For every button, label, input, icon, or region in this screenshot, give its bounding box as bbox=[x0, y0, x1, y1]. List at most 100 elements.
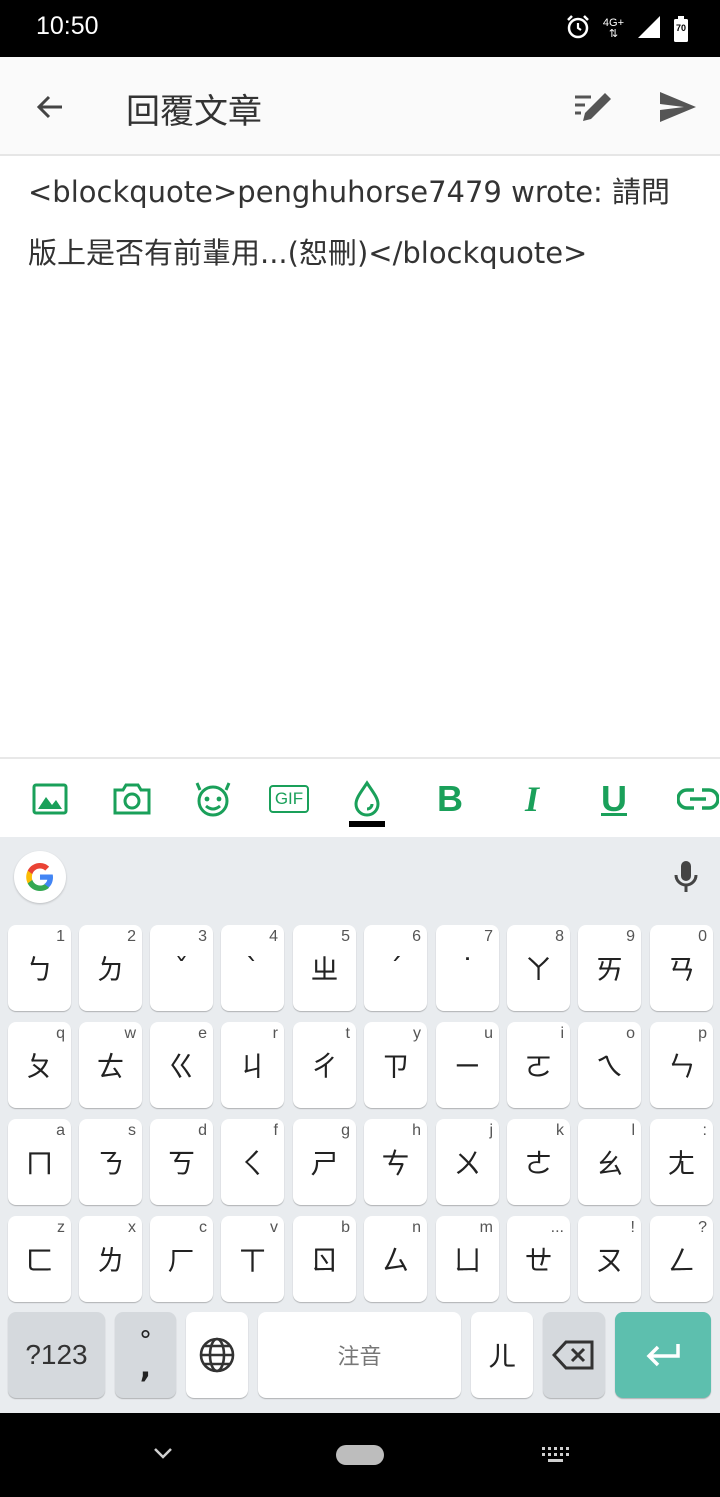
key-3-9[interactable]: ㄥ? bbox=[650, 1216, 713, 1302]
key-1-5[interactable]: ㄗy bbox=[364, 1022, 427, 1108]
key-1-2[interactable]: ㄍe bbox=[150, 1022, 213, 1108]
key-label: ㄆ bbox=[25, 1050, 54, 1083]
key-2-6[interactable]: ㄨj bbox=[436, 1119, 499, 1205]
key-label: ㄙ bbox=[381, 1244, 410, 1277]
home-pill[interactable] bbox=[336, 1445, 384, 1465]
key-hint: 3 bbox=[198, 928, 207, 945]
key-label: ㄢ bbox=[667, 953, 696, 986]
keyboard-switch-button[interactable] bbox=[540, 1445, 572, 1465]
symbols-key-label: ?123 bbox=[25, 1339, 88, 1370]
link-button[interactable] bbox=[674, 775, 720, 823]
key-label: ㄩ bbox=[453, 1244, 482, 1277]
italic-button[interactable]: I bbox=[508, 775, 556, 823]
backspace-key[interactable] bbox=[543, 1312, 605, 1398]
key-3-0[interactable]: ㄈz bbox=[8, 1216, 71, 1302]
back-button[interactable] bbox=[26, 83, 74, 131]
key-0-0[interactable]: ㄅ1 bbox=[8, 925, 71, 1011]
gif-button[interactable]: GIF bbox=[264, 775, 314, 823]
key-1-0[interactable]: ㄆq bbox=[8, 1022, 71, 1108]
editor-content[interactable]: <blockquote>penghuhorse7479 wrote: 請問版上是… bbox=[28, 162, 688, 284]
key-3-7[interactable]: ㄝ... bbox=[507, 1216, 570, 1302]
key-0-3[interactable]: ˋ4 bbox=[221, 925, 284, 1011]
underline-icon: U bbox=[601, 778, 627, 819]
key-3-6[interactable]: ㄩm bbox=[436, 1216, 499, 1302]
key-0-1[interactable]: ㄉ2 bbox=[79, 925, 142, 1011]
space-key[interactable]: 注音 bbox=[258, 1312, 461, 1398]
key-2-1[interactable]: ㄋs bbox=[79, 1119, 142, 1205]
arrow-back-icon bbox=[36, 95, 62, 119]
camera-button[interactable] bbox=[108, 775, 156, 823]
key-hint: 7 bbox=[484, 928, 493, 945]
link-icon bbox=[677, 788, 719, 810]
edit-mode-button[interactable] bbox=[568, 83, 616, 131]
key-2-8[interactable]: ㄠl bbox=[578, 1119, 641, 1205]
send-button[interactable] bbox=[652, 83, 704, 131]
key-2-0[interactable]: ㄇa bbox=[8, 1119, 71, 1205]
key-1-4[interactable]: ㄔt bbox=[293, 1022, 356, 1108]
key-hint: 4 bbox=[269, 928, 278, 945]
key-1-7[interactable]: ㄛi bbox=[507, 1022, 570, 1108]
key-1-6[interactable]: ㄧu bbox=[436, 1022, 499, 1108]
bold-button[interactable]: B bbox=[426, 775, 474, 823]
key-3-2[interactable]: ㄏc bbox=[150, 1216, 213, 1302]
status-icons: 4G+ ⇅ 70 bbox=[565, 14, 688, 44]
key-1-8[interactable]: ㄟo bbox=[578, 1022, 641, 1108]
reply-editor[interactable]: <blockquote>penghuhorse7479 wrote: 請問版上是… bbox=[0, 158, 720, 758]
insert-image-button[interactable] bbox=[26, 775, 74, 823]
key-label: ˙ bbox=[460, 951, 475, 985]
key-3-3[interactable]: ㄒv bbox=[221, 1216, 284, 1302]
key-0-6[interactable]: ˙ 7 bbox=[436, 925, 499, 1011]
key-label: ㄊ bbox=[96, 1050, 125, 1083]
text-color-button[interactable] bbox=[343, 775, 391, 823]
er-key[interactable]: ㄦ bbox=[471, 1312, 533, 1398]
italic-icon: I bbox=[524, 779, 539, 819]
key-2-2[interactable]: ㄎd bbox=[150, 1119, 213, 1205]
key-1-9[interactable]: ㄣp bbox=[650, 1022, 713, 1108]
key-hint: d bbox=[198, 1122, 207, 1139]
language-key[interactable] bbox=[186, 1312, 248, 1398]
key-2-9[interactable]: ㄤ: bbox=[650, 1119, 713, 1205]
key-3-8[interactable]: ㄡ! bbox=[578, 1216, 641, 1302]
key-label: ㄓ bbox=[310, 953, 339, 986]
punct-bottom: , bbox=[139, 1350, 152, 1385]
mic-icon bbox=[674, 861, 698, 892]
emoji-button[interactable] bbox=[189, 775, 237, 823]
key-hint: ? bbox=[698, 1219, 707, 1236]
app-bar: 回覆文章 bbox=[0, 57, 720, 156]
enter-key[interactable] bbox=[615, 1312, 711, 1398]
key-0-8[interactable]: ㄞ9 bbox=[578, 925, 641, 1011]
underline-button[interactable]: U bbox=[590, 775, 638, 823]
key-0-9[interactable]: ㄢ0 bbox=[650, 925, 713, 1011]
format-toolbar: GIF B I U bbox=[0, 759, 720, 837]
key-hint: l bbox=[631, 1122, 635, 1139]
key-2-5[interactable]: ㄘh bbox=[364, 1119, 427, 1205]
key-hint: i bbox=[560, 1025, 564, 1042]
key-0-2[interactable]: ˇ3 bbox=[150, 925, 213, 1011]
key-2-3[interactable]: ㄑf bbox=[221, 1119, 284, 1205]
key-label: ㄕ bbox=[310, 1147, 339, 1180]
symbols-key[interactable]: ?123 bbox=[8, 1312, 105, 1398]
key-hint: ! bbox=[630, 1219, 635, 1236]
key-hint: a bbox=[56, 1122, 65, 1139]
key-3-5[interactable]: ㄙn bbox=[364, 1216, 427, 1302]
key-0-7[interactable]: ㄚ8 bbox=[507, 925, 570, 1011]
key-hint: f bbox=[273, 1122, 278, 1139]
key-2-7[interactable]: ㄜk bbox=[507, 1119, 570, 1205]
hide-keyboard-button[interactable] bbox=[150, 1443, 176, 1463]
key-0-4[interactable]: ㄓ5 bbox=[293, 925, 356, 1011]
key-1-1[interactable]: ㄊw bbox=[79, 1022, 142, 1108]
er-key-label: ㄦ bbox=[487, 1340, 516, 1373]
key-label: ˊ bbox=[388, 951, 403, 985]
key-hint: h bbox=[412, 1122, 421, 1139]
key-0-5[interactable]: ˊ6 bbox=[364, 925, 427, 1011]
google-button[interactable] bbox=[14, 851, 66, 903]
key-2-4[interactable]: ㄕg bbox=[293, 1119, 356, 1205]
signal-icon bbox=[636, 14, 662, 44]
key-3-1[interactable]: ㄌx bbox=[79, 1216, 142, 1302]
key-label: ˇ bbox=[174, 951, 189, 985]
punctuation-key[interactable]: ° , bbox=[115, 1312, 176, 1398]
key-1-3[interactable]: ㄐr bbox=[221, 1022, 284, 1108]
key-3-4[interactable]: ㄖb bbox=[293, 1216, 356, 1302]
voice-input-button[interactable] bbox=[668, 857, 704, 897]
keyboard-toolbar bbox=[0, 837, 720, 917]
